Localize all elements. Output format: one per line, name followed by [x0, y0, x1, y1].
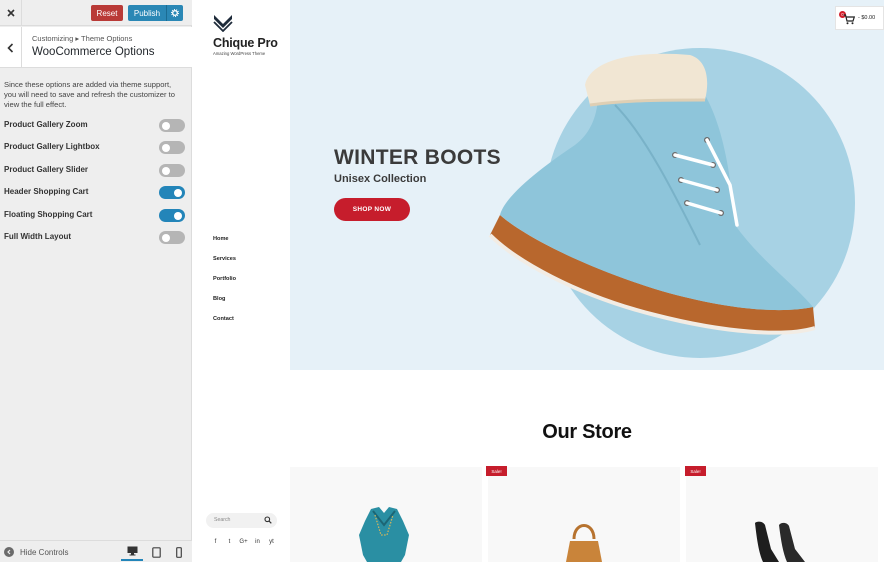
facebook-icon[interactable]: f [211, 539, 220, 545]
option-label: Product Gallery Lightbox [4, 142, 100, 151]
option-label: Product Gallery Slider [4, 165, 89, 174]
device-tablet-button[interactable] [145, 543, 167, 561]
nav-portfolio[interactable]: Portfolio [213, 276, 236, 282]
hide-controls-label: Hide Controls [20, 547, 69, 557]
header-cart[interactable]: 0 - $0.00 [835, 6, 884, 30]
hero-banner: WINTER BOOTS Unisex Collection SHOP NOW [290, 0, 884, 370]
reset-button[interactable]: Reset [91, 5, 123, 21]
option-product-gallery-lightbox: Product Gallery Lightbox [4, 141, 188, 155]
option-label: Floating Shopping Cart [4, 210, 93, 219]
site-sidebar: Chique Pro Amazing WordPress Theme Home … [193, 0, 290, 562]
product-top-image [359, 507, 409, 562]
option-full-width-layout: Full Width Layout [4, 231, 188, 245]
twitter-icon[interactable]: t [225, 539, 234, 545]
site-title[interactable]: Chique Pro [213, 36, 278, 50]
social-links: f t G+ in yt [211, 539, 276, 545]
publish-settings-button[interactable] [166, 5, 183, 21]
customizer-panel: Reset Publish Customizing ▸ Theme Option… [0, 0, 192, 562]
cart-icon [843, 14, 855, 25]
sale-badge: Sale! [486, 466, 507, 476]
option-label: Header Shopping Cart [4, 187, 89, 196]
desktop-icon [127, 546, 137, 556]
search-placeholder: Search [214, 517, 231, 523]
product-card[interactable] [488, 467, 680, 562]
section-header: Customizing ▸ Theme Options WooCommerce … [0, 27, 192, 68]
gear-icon [171, 9, 179, 17]
toggle-header-shopping-cart[interactable] [159, 186, 185, 199]
close-icon [6, 9, 15, 17]
customizer-header-bar: Reset Publish [0, 0, 192, 26]
hero-title: WINTER BOOTS [334, 146, 501, 169]
site-tagline: Amazing WordPress Theme [213, 51, 266, 56]
sale-badge: Sale! [685, 466, 706, 476]
google-plus-icon[interactable]: G+ [239, 539, 248, 545]
customizer-footer: Hide Controls [0, 540, 192, 562]
option-label: Full Width Layout [4, 232, 72, 241]
nav-services[interactable]: Services [213, 256, 236, 262]
toggle-floating-shopping-cart[interactable] [159, 209, 185, 222]
toggle-product-gallery-lightbox[interactable] [159, 141, 185, 154]
store-section-title: Our Store [542, 421, 632, 443]
option-label: Product Gallery Zoom [4, 120, 88, 129]
option-product-gallery-zoom: Product Gallery Zoom [4, 119, 188, 133]
product-handbag-image [566, 524, 602, 562]
section-title: WooCommerce Options [32, 46, 155, 58]
search-field[interactable]: Search [206, 513, 277, 528]
nav-contact[interactable]: Contact [213, 316, 234, 322]
section-description: Since these options are added via theme … [4, 80, 175, 110]
brand-logo-icon [213, 15, 233, 32]
product-heels-image [755, 521, 805, 562]
toggle-full-width-layout[interactable] [159, 231, 185, 244]
boot-product-image [488, 53, 816, 335]
breadcrumb: Customizing ▸ Theme Options [32, 34, 133, 43]
cart-total: - $0.00 [858, 15, 876, 21]
toggle-product-gallery-zoom[interactable] [159, 119, 185, 132]
hero-subtitle: Unisex Collection [334, 173, 427, 185]
option-header-shopping-cart: Header Shopping Cart [4, 186, 188, 200]
device-mobile-button[interactable] [168, 543, 190, 561]
publish-button[interactable]: Publish [128, 5, 166, 21]
linkedin-icon[interactable]: in [253, 539, 262, 545]
toggle-product-gallery-slider[interactable] [159, 164, 185, 177]
nav-blog[interactable]: Blog [213, 296, 225, 302]
tablet-icon [151, 546, 161, 558]
shop-now-button[interactable]: SHOP NOW [334, 198, 410, 221]
nav-home[interactable]: Home [213, 236, 229, 242]
chevron-left-icon [7, 42, 14, 53]
hide-controls-button[interactable]: Hide Controls [4, 547, 68, 557]
product-card[interactable] [290, 467, 482, 562]
option-floating-shopping-cart: Floating Shopping Cart [4, 209, 188, 223]
device-desktop-button[interactable] [121, 543, 143, 561]
collapse-icon [4, 547, 14, 557]
product-card[interactable] [686, 467, 878, 562]
back-button[interactable] [0, 27, 22, 68]
youtube-icon[interactable]: yt [267, 539, 276, 545]
close-button[interactable] [0, 0, 22, 26]
mobile-icon [176, 546, 182, 558]
option-product-gallery-slider: Product Gallery Slider [4, 164, 188, 178]
search-icon[interactable] [264, 516, 272, 524]
